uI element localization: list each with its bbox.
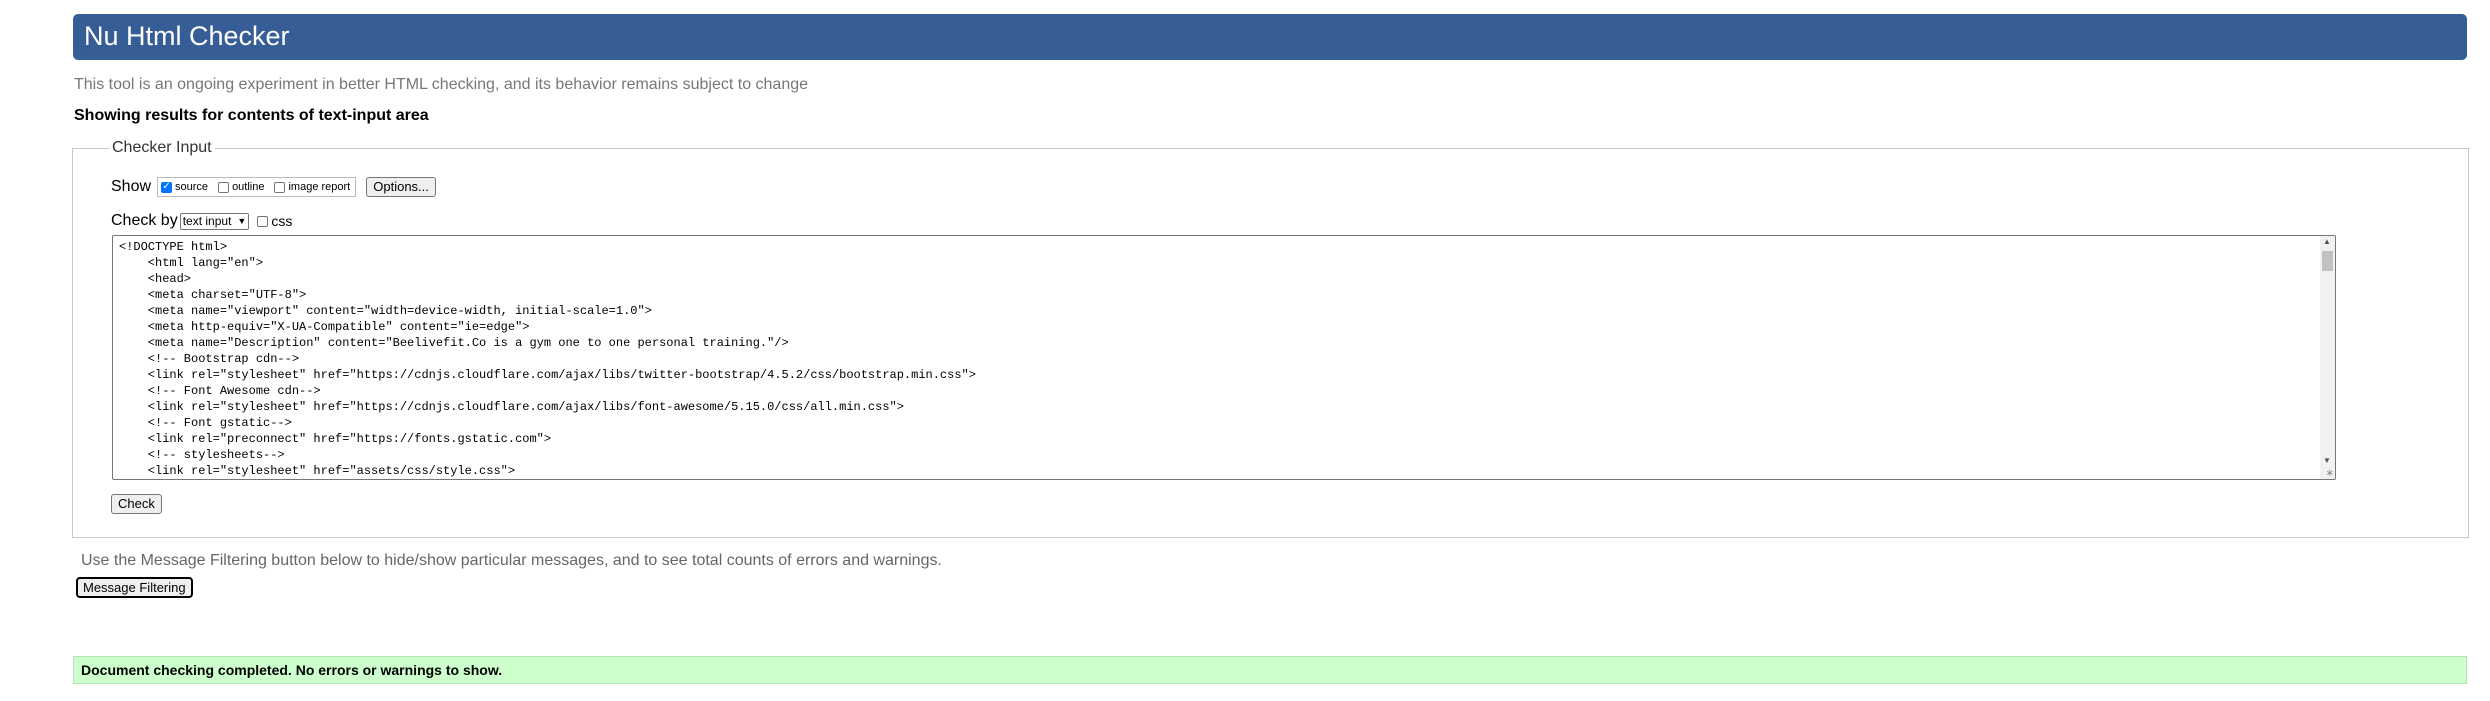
scroll-thumb[interactable] [2322,251,2333,271]
show-option-label: source [175,181,209,193]
textarea-scrollbar[interactable]: ▲ ▼ [2320,236,2335,479]
success-message: Document checking completed. No errors o… [81,662,503,678]
show-option-image-report[interactable]: image report [274,181,350,193]
resize-grip-icon[interactable]: ∗ [2326,468,2334,479]
chevron-down-icon: ▼ [237,216,247,226]
message-filtering-button[interactable]: Message Filtering [76,577,193,598]
app-title: Nu Html Checker [84,21,290,51]
show-option-label: image report [288,181,351,193]
check-button[interactable]: Check [111,494,162,514]
success-message-bar: Document checking completed. No errors o… [73,656,2467,684]
show-label: Show [111,178,152,195]
header-bar: Nu Html Checker [73,14,2467,60]
show-option-checkbox[interactable] [274,181,286,193]
check-by-select-value: text input [182,214,232,228]
source-textarea[interactable]: <!DOCTYPE html> <html lang="en"> <head> … [112,235,2336,480]
css-label: css [271,213,293,229]
tagline: This tool is an ongoing experiment in be… [74,76,809,93]
show-option-checkbox[interactable] [218,181,230,193]
css-checkbox[interactable] [257,215,269,227]
show-option-source[interactable]: ✓ source [161,181,208,193]
filter-note: Use the Message Filtering button below t… [81,552,942,569]
show-option-label: outline [232,181,265,193]
check-by-label: Check by [111,212,178,229]
results-heading: Showing results for contents of text-inp… [74,107,429,124]
show-row: Show ✓ source outline image report Options.… [111,176,436,198]
scroll-up-arrow-icon[interactable]: ▲ [2323,237,2331,246]
checker-input-legend: Checker Input [112,139,212,156]
css-option[interactable]: css [257,213,292,229]
show-options-group: ✓ source outline image report [157,177,357,197]
scroll-down-arrow-icon[interactable]: ▼ [2323,456,2331,465]
check-by-row: Check by text input ▼ css [111,211,292,231]
show-option-checkbox[interactable]: ✓ [161,181,173,193]
show-option-outline[interactable]: outline [218,181,264,193]
options-button[interactable]: Options... [366,177,436,197]
source-code[interactable]: <!DOCTYPE html> <html lang="en"> <head> … [119,239,976,479]
check-by-select[interactable]: text input ▼ [179,212,250,230]
